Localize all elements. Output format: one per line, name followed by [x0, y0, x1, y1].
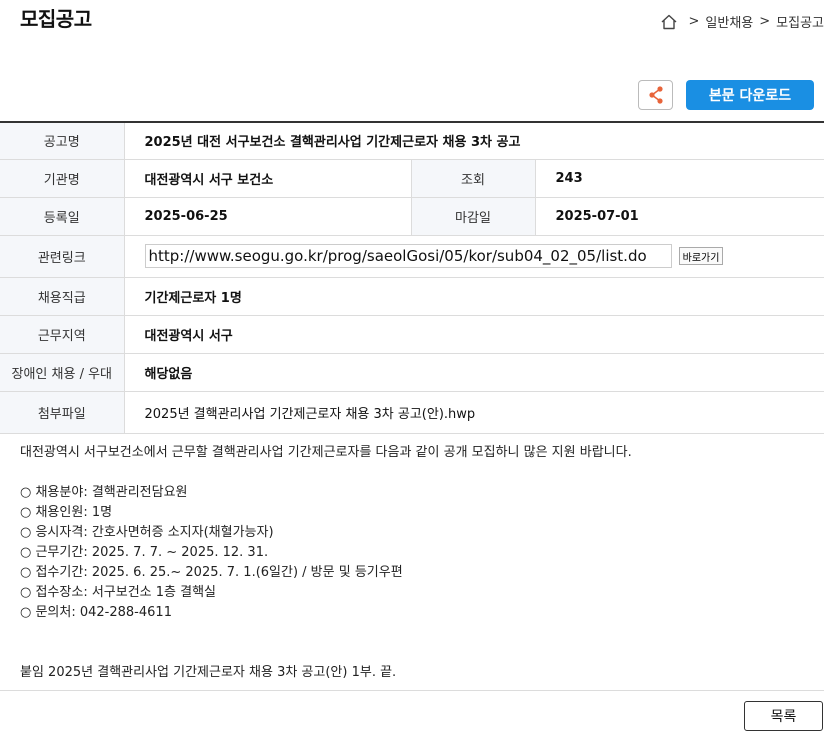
- table-row: 근무지역 대전광역시 서구: [0, 315, 824, 354]
- share-icon: [648, 86, 663, 104]
- position-value: 기간제근로자 1명: [124, 277, 824, 316]
- action-bar: 본문 다운로드: [638, 80, 814, 110]
- body-item: ○ 접수장소: 서구보건소 1층 결핵실: [20, 585, 217, 600]
- download-content-button[interactable]: 본문 다운로드: [686, 80, 814, 110]
- list-button[interactable]: 목록: [744, 701, 823, 731]
- body-closing: 붙임 2025년 결핵관리사업 기간제근로자 채용 3차 공고(안) 1부. 끝…: [20, 665, 397, 680]
- attachment-link[interactable]: 2025년 결핵관리사업 기간제근로자 채용 3차 공고(안).hwp: [124, 391, 824, 434]
- body-item: ○ 응시자격: 간호사면허증 소지자(채혈가능자): [20, 525, 274, 540]
- notice-body: 대전광역시 서구보건소에서 근무할 결핵관리사업 기간제근로자를 다음과 같이 …: [20, 443, 632, 683]
- table-row: 채용직급 기간제근로자 1명: [0, 277, 824, 316]
- table-row: 첨부파일 2025년 결핵관리사업 기간제근로자 채용 3차 공고(안).hwp: [0, 391, 824, 434]
- breadcrumb: > 일반채용 > 모집공고: [660, 12, 824, 31]
- table-row: 등록일 2025-06-25 마감일 2025-07-01: [0, 197, 824, 236]
- views-label: 조회: [410, 159, 536, 198]
- region-label: 근무지역: [0, 315, 125, 354]
- breadcrumb-item-recruitment[interactable]: 모집공고: [776, 12, 824, 31]
- table-row: 기관명 대전광역시 서구 보건소 조회 243: [0, 159, 824, 198]
- attachment-label: 첨부파일: [0, 391, 125, 434]
- body-item: ○ 채용분야: 결핵관리전담요원: [20, 485, 188, 500]
- table-row: 관련링크 바로가기: [0, 235, 824, 278]
- reg-date-value: 2025-06-25: [124, 197, 411, 236]
- reg-date-label: 등록일: [0, 197, 125, 236]
- body-intro: 대전광역시 서구보건소에서 근무할 결핵관리사업 기간제근로자를 다음과 같이 …: [20, 445, 632, 460]
- position-label: 채용직급: [0, 277, 125, 316]
- title-label: 공고명: [0, 122, 125, 160]
- goto-link-button[interactable]: 바로가기: [678, 247, 724, 265]
- table-row: 공고명 2025년 대전 서구보건소 결핵관리사업 기간제근로자 채용 3차 공…: [0, 122, 824, 160]
- region-value: 대전광역시 서구: [124, 315, 824, 354]
- body-item: ○ 채용인원: 1명: [20, 505, 113, 520]
- deadline-value: 2025-07-01: [535, 197, 824, 236]
- link-label: 관련링크: [0, 235, 125, 278]
- breadcrumb-separator: >: [688, 14, 700, 29]
- breadcrumb-separator: >: [759, 14, 771, 29]
- disabled-hiring-value: 해당없음: [124, 353, 824, 392]
- table-row: 장애인 채용 / 우대 해당없음: [0, 353, 824, 392]
- link-cell: 바로가기: [124, 235, 824, 278]
- notice-title: 2025년 대전 서구보건소 결핵관리사업 기간제근로자 채용 3차 공고: [124, 122, 824, 160]
- deadline-label: 마감일: [410, 197, 536, 236]
- body-item: ○ 접수기간: 2025. 6. 25.~ 2025. 7. 1.(6일간) /…: [20, 565, 403, 580]
- views-value: 243: [535, 159, 824, 198]
- share-button[interactable]: [638, 80, 673, 110]
- divider: [0, 690, 824, 691]
- org-label: 기관명: [0, 159, 125, 198]
- body-item: ○ 문의처: 042-288-4611: [20, 605, 172, 620]
- home-icon[interactable]: [660, 13, 678, 31]
- org-value: 대전광역시 서구 보건소: [124, 159, 411, 198]
- disabled-hiring-label: 장애인 채용 / 우대: [0, 353, 125, 392]
- notice-info-table: 공고명 2025년 대전 서구보건소 결핵관리사업 기간제근로자 채용 3차 공…: [0, 121, 824, 434]
- page-title: 모집공고: [20, 7, 92, 31]
- body-item: ○ 근무기간: 2025. 7. 7. ~ 2025. 12. 31.: [20, 545, 269, 560]
- related-link-input[interactable]: [144, 244, 672, 268]
- breadcrumb-item-general-hiring[interactable]: 일반채용: [705, 12, 753, 31]
